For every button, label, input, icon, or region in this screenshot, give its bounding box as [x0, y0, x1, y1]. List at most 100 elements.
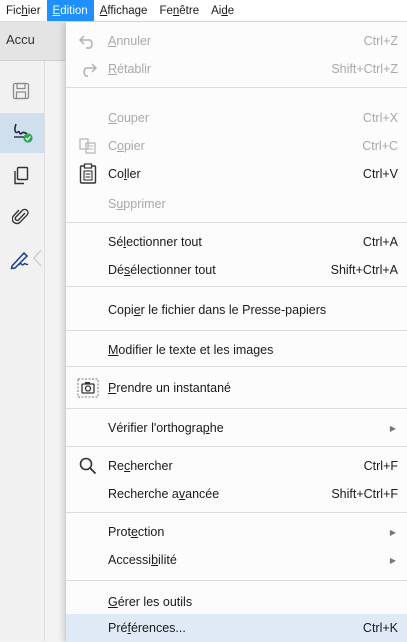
save-icon[interactable]	[8, 78, 34, 104]
label-text-end: érences...	[130, 621, 186, 635]
menu-item-instantane[interactable]: Prendre un instantané	[66, 374, 407, 402]
submenu-arrow-icon: ▶	[389, 527, 396, 537]
menu-item-rechercher[interactable]: Rechercher Ctrl+F	[66, 452, 407, 480]
menu-item-label: Gérer les outils	[108, 595, 192, 609]
menu-item-deselectionner-tout[interactable]: Désélectionner tout Shift+Ctrl+A	[66, 256, 407, 284]
label-text: Recherche a	[108, 487, 179, 501]
tab-strip: Accu	[0, 22, 66, 61]
label-text-end: établir	[117, 62, 152, 76]
label-text-end: r le fichier dans le Presse-papiers	[140, 303, 327, 317]
label-text-end: ilité	[158, 553, 177, 567]
menu-item-copier-fichier[interactable]: Copier le fichier dans le Presse-papiers	[66, 296, 407, 324]
shortcut: Shift+Ctrl+A	[330, 263, 398, 277]
sign-icon[interactable]	[0, 113, 44, 153]
menu-separator	[66, 446, 407, 447]
menu-item-accessibilite[interactable]: Accessibilité ▶	[66, 546, 407, 574]
menu-item-copier[interactable]: Copier Ctrl+C	[66, 132, 407, 160]
menu-separator	[66, 87, 407, 88]
label-text-end: érer les outils	[117, 595, 193, 609]
label-text: Dé	[108, 263, 124, 277]
menu-fichier[interactable]: Fic h ier	[0, 0, 47, 21]
label-accel: M	[108, 343, 119, 357]
label-accel: p	[202, 421, 210, 435]
menu-item-orthographe[interactable]: Vérifier l'orthographe ▶	[66, 414, 407, 442]
menu-separator	[66, 512, 407, 513]
menu-aide[interactable]: Ai d e	[205, 0, 240, 21]
menu-item-annuler[interactable]: Annuler Ctrl+Z	[66, 27, 407, 55]
camera-icon	[76, 376, 100, 400]
left-sidebar	[0, 61, 45, 641]
menu-item-modifier-texte[interactable]: Modifier le texte et les images	[66, 336, 407, 364]
menu-fichier-text-end: ier	[27, 4, 41, 17]
submenu-arrow-icon: ▶	[389, 423, 396, 433]
menu-item-protection[interactable]: Protection ▶	[66, 518, 407, 546]
label-text: Co	[108, 167, 124, 181]
menu-item-gerer-outils[interactable]: Gérer les outils	[66, 588, 407, 616]
label-text: Re	[108, 459, 124, 473]
menu-item-coller[interactable]: Coller Ctrl+V	[66, 160, 407, 188]
menu-fichier-text: Fic	[6, 4, 22, 17]
menu-aide-text-end: e	[227, 4, 235, 17]
attachment-icon[interactable]	[8, 204, 34, 230]
menu-separator	[66, 222, 407, 223]
collapse-pointer-icon[interactable]	[32, 249, 42, 267]
label-text-end: rendre un instantané	[116, 381, 232, 395]
label-text-end: ction	[137, 525, 165, 539]
undo-icon	[76, 29, 100, 53]
redo-icon	[76, 57, 100, 81]
menu-item-label: Vérifier l'orthographe	[108, 421, 224, 435]
label-text: Sé	[108, 235, 124, 249]
pages-icon[interactable]	[8, 163, 34, 189]
copy-icon	[76, 134, 100, 158]
menu-item-couper[interactable]: Couper Ctrl+X	[66, 104, 407, 132]
menu-item-label: Annuler	[108, 34, 151, 48]
menu-item-preferences[interactable]: Préférences... Ctrl+K	[66, 614, 407, 642]
menu-item-label: Rechercher	[108, 459, 173, 473]
menu-separator	[66, 580, 407, 581]
label-accel: C	[108, 111, 118, 125]
menu-item-retablir[interactable]: Rétablir Shift+Ctrl+Z	[66, 55, 407, 83]
menu-separator	[66, 408, 407, 409]
menu-item-label: Supprimer	[108, 197, 166, 211]
label-text-end: ancée	[185, 487, 220, 501]
label-accel: o	[117, 139, 124, 153]
menu-item-label: Sélectionner tout	[108, 235, 202, 249]
menu-edition-text-end: dition	[60, 4, 88, 17]
label-text: C	[108, 139, 118, 153]
shortcut: Ctrl+V	[362, 167, 398, 181]
menu-edition[interactable]: Edition	[46, 0, 94, 21]
edition-menu: Annuler Ctrl+Z Rétablir Shift+Ctrl+Z Cou…	[65, 22, 407, 642]
menu-item-selectionner-tout[interactable]: Sélectionner tout Ctrl+A	[66, 228, 407, 256]
menu-item-label: Préférences...	[108, 621, 186, 635]
menu-item-label: Accessibilité	[108, 553, 177, 567]
label-text-end: nnuler	[116, 34, 152, 48]
shortcut: Ctrl+K	[362, 621, 398, 635]
label-text-end: pier	[123, 139, 145, 153]
home-tab[interactable]: Accu	[6, 32, 35, 47]
label-text-end: ectionner tout	[126, 235, 202, 249]
search-icon	[76, 454, 100, 478]
menu-edition-accel: E	[52, 4, 61, 17]
menu-affichage[interactable]: Affichage	[94, 0, 154, 21]
shortcut: Shift+Ctrl+Z	[331, 62, 398, 76]
menu-fenetre[interactable]: Fe n être	[153, 0, 205, 21]
submenu-arrow-icon: ▶	[389, 555, 396, 565]
menu-item-recherche-avancee[interactable]: Recherche avancée Shift+Ctrl+F	[66, 480, 407, 508]
paste-icon	[76, 162, 100, 186]
menu-fenetre-text: Fe	[159, 4, 173, 17]
label-text-end: ler	[126, 167, 141, 181]
label-accel: e	[130, 525, 138, 539]
menu-item-label: Couper	[108, 111, 149, 125]
menu-item-supprimer[interactable]: Supprimer	[66, 190, 407, 218]
fill-sign-icon[interactable]	[8, 246, 34, 272]
menu-item-label: Désélectionner tout	[108, 263, 216, 277]
label-accel: b	[151, 553, 159, 567]
shortcut: Ctrl+Z	[363, 34, 398, 48]
menu-item-label: Protection	[108, 525, 164, 539]
menu-affichage-accel: A	[99, 4, 108, 17]
menu-bar: Fic h ier Edition Affichage Fe n être Ai d e	[0, 0, 407, 22]
label-accel: R	[108, 62, 118, 76]
menu-item-label: Coller	[108, 167, 141, 181]
label-text-end: électionner tout	[130, 263, 216, 277]
menu-separator	[66, 286, 407, 287]
